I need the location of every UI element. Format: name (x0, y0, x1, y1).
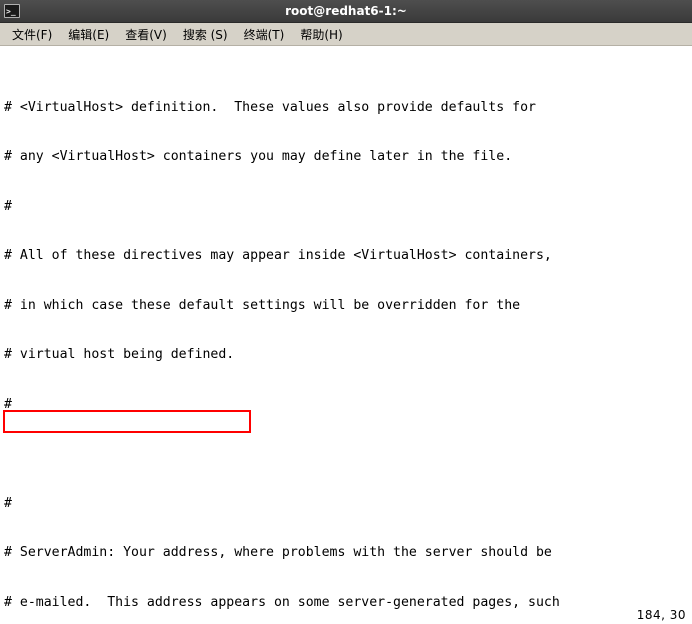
line-text: # any <VirtualHost> containers you may d… (4, 149, 513, 164)
line-text: # (4, 198, 12, 214)
terminal-line: # e-mailed. This address appears on some… (4, 595, 688, 612)
line-text: # All of these directives may appear ins… (4, 248, 552, 263)
line-text: # e-mailed. This address appears on some… (4, 594, 560, 610)
window-titlebar: >_ root@redhat6-1:~ (0, 0, 692, 23)
terminal-window: >_ root@redhat6-1:~ 文件(F) 编辑(E) 查看(V) 搜索… (0, 0, 692, 624)
menubar: 文件(F) 编辑(E) 查看(V) 搜索 (S) 终端(T) 帮助(H) (0, 23, 692, 46)
menu-view[interactable]: 查看(V) (117, 24, 175, 45)
menu-file[interactable]: 文件(F) (4, 24, 60, 45)
terminal-line: # virtual host being defined. (4, 347, 688, 364)
terminal-icon: >_ (4, 4, 20, 18)
line-text: # ServerAdmin: Your address, where probl… (4, 545, 552, 560)
terminal-line: # (4, 199, 688, 216)
cursor-position-indicator: 184, 30 (636, 608, 686, 622)
line-text: # (4, 396, 12, 412)
terminal-line: # All of these directives may appear ins… (4, 248, 688, 265)
terminal-line: # ServerAdmin: Your address, where probl… (4, 545, 688, 562)
window-title: root@redhat6-1:~ (285, 4, 407, 18)
terminal-line: # <VirtualHost> definition. These values… (4, 100, 688, 117)
line-text: # <VirtualHost> definition. These values… (4, 99, 536, 115)
menu-search[interactable]: 搜索 (S) (175, 24, 236, 45)
menu-edit[interactable]: 编辑(E) (60, 24, 117, 45)
terminal-line: # in which case these default settings w… (4, 298, 688, 315)
line-text: # in which case these default settings w… (4, 297, 521, 313)
terminal-line: # (4, 496, 688, 513)
line-text: # (4, 495, 12, 511)
menu-help[interactable]: 帮助(H) (292, 24, 350, 45)
line-text: # virtual host being defined. (4, 347, 235, 362)
terminal-content[interactable]: # <VirtualHost> definition. These values… (0, 46, 692, 624)
terminal-line: # any <VirtualHost> containers you may d… (4, 149, 688, 166)
menu-terminal[interactable]: 终端(T) (236, 24, 293, 45)
terminal-line: # (4, 397, 688, 414)
